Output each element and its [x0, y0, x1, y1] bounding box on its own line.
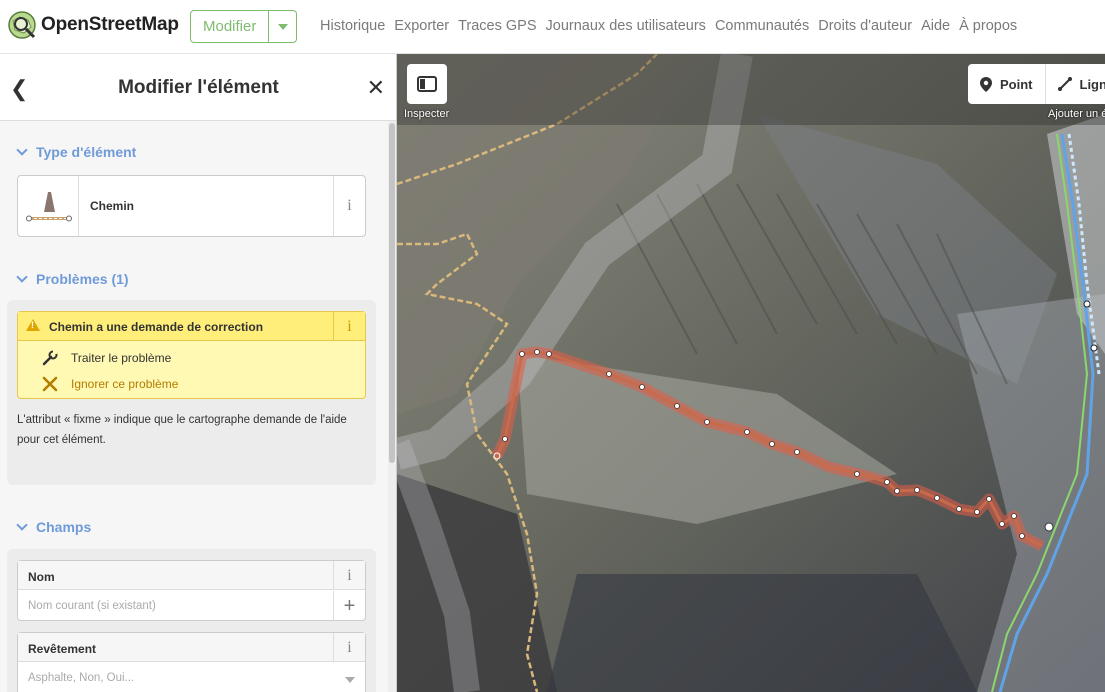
- sidebar-scrollbar[interactable]: [388, 121, 396, 692]
- add-line-button[interactable]: Ligne: [1046, 64, 1105, 104]
- issues-panel: Chemin a une demande de correction i Tra…: [7, 300, 376, 485]
- field-surface-header: Revêtement i: [18, 633, 365, 662]
- issue-item: Chemin a une demande de correction i Tra…: [17, 311, 366, 399]
- add-feature-label: Ajouter un é: [1048, 108, 1105, 120]
- inspect-label: Inspecter: [404, 108, 450, 120]
- chevron-down-icon: [16, 271, 28, 283]
- field-name: Nom i Nom courant (si existant) +: [17, 560, 366, 621]
- nav-about[interactable]: À propos: [959, 18, 1017, 34]
- field-name-header: Nom i: [18, 561, 365, 590]
- add-localized-name-icon[interactable]: +: [333, 591, 365, 621]
- fix-ignore-issue[interactable]: Ignorer ce problème: [42, 376, 178, 392]
- issue-title-bar[interactable]: Chemin a une demande de correction i: [18, 312, 365, 341]
- fields-panel: Nom i Nom courant (si existant) + Revête…: [7, 549, 376, 692]
- add-point-label: Point: [1000, 76, 1033, 92]
- preset-icon-cell: [18, 176, 79, 236]
- sidebar-title: Modifier l'élément: [118, 77, 279, 98]
- dropdown-caret-icon[interactable]: [345, 677, 355, 683]
- logo[interactable]: OpenStreetMap: [8, 11, 179, 39]
- nav-communities[interactable]: Communautés: [715, 18, 809, 34]
- map-view[interactable]: Inspecter Point Ligne Ajouter un é: [397, 54, 1105, 692]
- name-input[interactable]: Nom courant (si existant): [28, 600, 156, 612]
- add-line-label: Ligne: [1079, 76, 1105, 92]
- section-fields-label: Champs: [36, 519, 92, 535]
- preset-selector[interactable]: Chemin i: [17, 175, 366, 237]
- ignore-x-icon: [42, 376, 58, 392]
- chevron-down-icon: [16, 519, 28, 531]
- wrench-icon: [42, 350, 58, 366]
- edit-dropdown-button[interactable]: [269, 10, 298, 43]
- inspect-button[interactable]: [407, 64, 447, 104]
- section-issues[interactable]: Problèmes (1): [16, 271, 129, 287]
- add-feature-modes: Point Ligne: [968, 64, 1105, 104]
- line-icon: [1057, 77, 1072, 91]
- section-feature-type[interactable]: Type d'élément: [16, 144, 137, 160]
- editor-sidebar: ❮ Modifier l'élément ✕ Type d'élément Ch…: [0, 54, 397, 692]
- field-surface-info-icon[interactable]: i: [333, 633, 365, 662]
- map-marker-icon: [980, 76, 992, 92]
- issue-info-icon[interactable]: i: [333, 312, 365, 341]
- nav-gps-traces[interactable]: Traces GPS: [458, 18, 536, 34]
- edit-button-group: Modifier: [190, 10, 298, 43]
- issue-title: Chemin a une demande de correction: [49, 320, 264, 334]
- chevron-down-icon: [16, 144, 28, 156]
- fix-ignore-label: Ignorer ce problème: [71, 377, 179, 391]
- preset-info-icon[interactable]: i: [333, 176, 365, 236]
- preset-name: Chemin: [90, 199, 135, 213]
- scrollbar-thumb[interactable]: [389, 123, 395, 463]
- field-name-info-icon[interactable]: i: [333, 561, 365, 590]
- sidebar-toggle-icon: [417, 76, 437, 92]
- field-surface-label: Revêtement: [28, 642, 97, 656]
- section-issues-label: Problèmes (1): [36, 271, 129, 287]
- section-feature-type-label: Type d'élément: [36, 144, 137, 160]
- field-surface: Revêtement i Asphalte, Non, Oui...: [17, 632, 366, 692]
- nav-export[interactable]: Exporter: [394, 18, 449, 34]
- nav-links: Historique Exporter Traces GPS Journaux …: [320, 18, 1017, 34]
- nav-help[interactable]: Aide: [921, 18, 950, 34]
- edit-button[interactable]: Modifier: [190, 10, 270, 43]
- osm-logo-icon: [8, 11, 36, 39]
- fix-address-label: Traiter le problème: [71, 351, 172, 365]
- add-point-button[interactable]: Point: [968, 64, 1046, 104]
- close-icon[interactable]: ✕: [367, 75, 385, 101]
- caret-down-icon: [277, 23, 288, 30]
- top-navigation: OpenStreetMap Modifier Historique Export…: [0, 0, 1105, 54]
- nav-user-diaries[interactable]: Journaux des utilisateurs: [546, 18, 706, 34]
- site-name: OpenStreetMap: [41, 14, 179, 35]
- section-fields[interactable]: Champs: [16, 519, 92, 535]
- issue-description: L'attribut « fixme » indique que le cart…: [17, 414, 347, 446]
- sidebar-header: ❮ Modifier l'élément ✕: [0, 54, 396, 121]
- nav-copyright[interactable]: Droits d'auteur: [818, 18, 912, 34]
- field-name-label: Nom: [28, 570, 55, 584]
- surface-combo-input[interactable]: Asphalte, Non, Oui...: [28, 672, 134, 684]
- satellite-imagery: [397, 54, 1105, 692]
- nav-history[interactable]: Historique: [320, 18, 385, 34]
- path-preset-icon: [26, 192, 72, 222]
- warning-icon: [26, 319, 40, 331]
- fix-address-issue[interactable]: Traiter le problème: [42, 350, 171, 366]
